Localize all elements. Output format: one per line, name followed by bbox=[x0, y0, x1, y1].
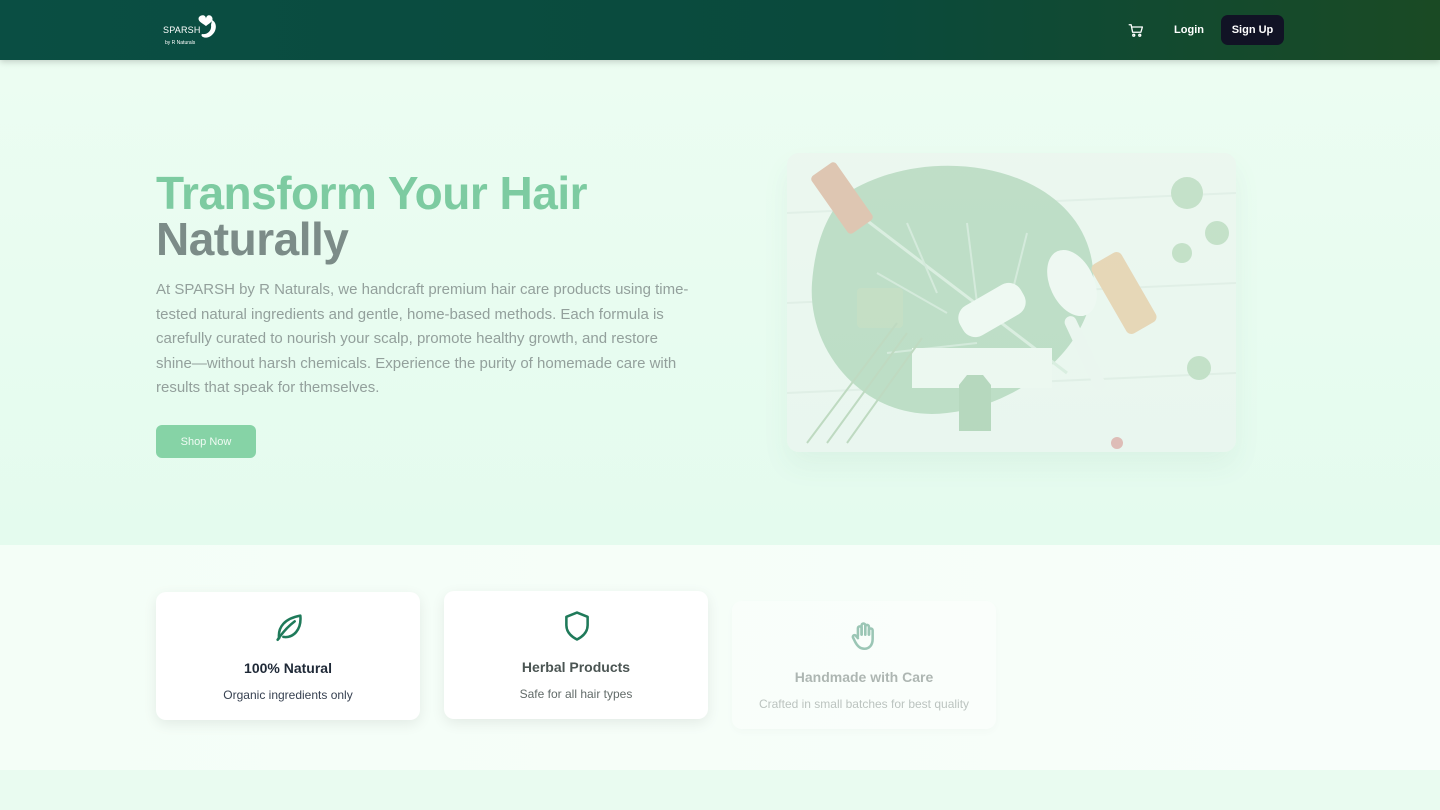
logo-subtitle: by R Naturals bbox=[165, 40, 196, 46]
hero-description: At SPARSH by R Naturals, we handcraft pr… bbox=[156, 281, 689, 396]
hero-title-line1: Transform Your Hair bbox=[156, 167, 588, 219]
logo-leaf-icon bbox=[198, 15, 216, 38]
hero-section: Transform Your Hair Naturally At SPARSH … bbox=[0, 60, 1440, 545]
hero-product-image bbox=[787, 153, 1236, 452]
feature-title: Handmade with Care bbox=[794, 669, 934, 685]
shopping-cart-icon[interactable] bbox=[1127, 21, 1145, 39]
logo-brand: SPARSH bbox=[163, 25, 201, 35]
feature-card-handmade: Handmade with Care Crafted in small batc… bbox=[732, 601, 996, 729]
hand-icon bbox=[851, 622, 874, 651]
shop-now-button[interactable]: Shop Now bbox=[156, 425, 256, 458]
feature-description: Safe for all hair types bbox=[519, 687, 633, 701]
feature-title: 100% Natural bbox=[244, 660, 332, 676]
feature-description: Crafted in small batches for best qualit… bbox=[758, 697, 970, 711]
login-button[interactable]: Login bbox=[1162, 15, 1216, 45]
feature-card-herbal: Herbal Products Safe for all hair types bbox=[444, 591, 708, 719]
feature-title: Herbal Products bbox=[521, 659, 631, 675]
hero-title: Transform Your Hair Naturally bbox=[156, 167, 588, 265]
hero-title-line2: Naturally bbox=[156, 213, 349, 265]
logo[interactable]: SPARSH by R Naturals bbox=[162, 12, 222, 50]
next-section-edge bbox=[0, 770, 1440, 810]
leaf-icon bbox=[276, 614, 302, 642]
feature-card-natural: 100% Natural Organic ingredients only bbox=[156, 592, 420, 720]
shield-icon bbox=[565, 611, 589, 641]
features-section: 100% Natural Organic ingredients only He… bbox=[0, 545, 1440, 770]
feature-description: Organic ingredients only bbox=[223, 688, 353, 702]
site-header: SPARSH by R Naturals Login Sign Up bbox=[0, 0, 1440, 60]
signup-button[interactable]: Sign Up bbox=[1221, 15, 1284, 45]
